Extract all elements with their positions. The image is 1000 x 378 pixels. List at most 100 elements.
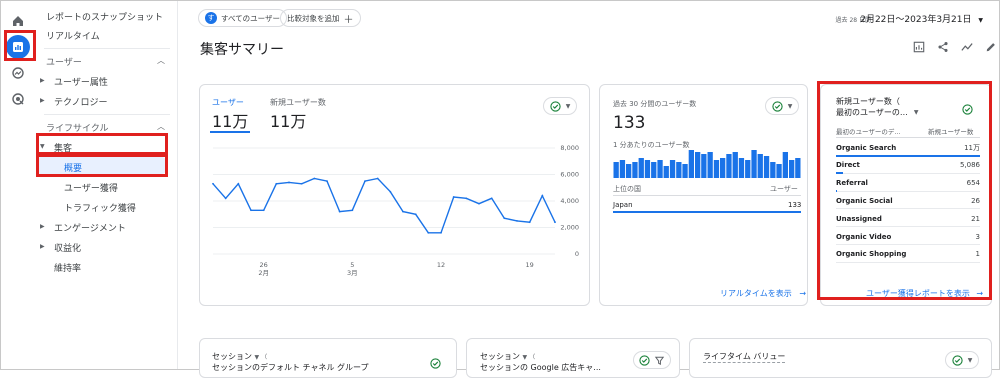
nav-user-attributes[interactable]: ユーザー属性: [54, 75, 108, 88]
minute-bar: [619, 160, 626, 178]
table-divider: [613, 195, 801, 196]
nav-snapshot[interactable]: レポートのスナップショット: [46, 10, 163, 23]
data-point: [351, 209, 354, 212]
advertising-icon[interactable]: [6, 87, 30, 111]
insights-icon[interactable]: [960, 40, 974, 54]
nav-traffic-acquisition[interactable]: トラフィック獲得: [64, 201, 136, 214]
sessions-ads-title[interactable]: セッション ▼ （: [480, 351, 535, 362]
check-circle-icon: [430, 354, 441, 373]
data-point: [326, 180, 328, 183]
x-tick-label: 12: [437, 261, 445, 269]
tab-new-users-value[interactable]: 11万: [270, 108, 306, 132]
minute-bar: [720, 158, 726, 178]
data-point: [376, 177, 379, 180]
share-icon[interactable]: [936, 40, 950, 54]
minute-bar: [789, 160, 795, 178]
all-users-label: すべてのユーザー: [221, 13, 281, 23]
check-circle-icon: [951, 354, 963, 366]
chevron-up-icon[interactable]: ︿: [157, 55, 165, 66]
card1-status-menu[interactable]: ▼: [543, 97, 577, 115]
x-tick-label: 19: [526, 261, 534, 269]
minute-bar: [651, 162, 657, 178]
minute-bar: [638, 158, 644, 178]
all-users-chip[interactable]: す すべてのユーザー: [198, 9, 288, 27]
check-circle-icon: [771, 100, 783, 112]
sessions-channel-title-label: セッション: [212, 352, 252, 361]
top-country-header: 上位の国: [613, 185, 641, 193]
caret-down-icon: ▼: [967, 356, 973, 364]
check-circle-icon: [639, 354, 650, 366]
segment-badge: す: [205, 12, 217, 24]
data-point: [262, 209, 265, 212]
nav-realtime[interactable]: リアルタイム: [46, 29, 100, 42]
edit-icon[interactable]: [984, 40, 998, 54]
nav-section-user[interactable]: ユーザー: [46, 55, 82, 68]
page-title: 集客サマリー: [200, 42, 284, 58]
data-point: [288, 181, 290, 184]
minute-bar: [688, 150, 694, 178]
tab-new-users-label[interactable]: 新規ユーザー数: [270, 97, 326, 108]
sessions-channel-title[interactable]: セッション ▼ （: [212, 351, 267, 362]
tab-users-value[interactable]: 11万: [212, 108, 248, 132]
date-range-text: 2月22日～2023年3月21日: [860, 15, 972, 25]
nav-engagement[interactable]: エンゲージメント: [54, 221, 126, 234]
tab-users-label[interactable]: ユーザー: [212, 97, 244, 108]
chevron-up-icon[interactable]: ︿: [157, 121, 165, 132]
minute-bar: [644, 160, 651, 178]
caret-down-icon: ▼: [565, 102, 571, 110]
date-range-picker[interactable]: 2月22日～2023年3月21日 ▼: [860, 12, 983, 25]
data-point: [402, 210, 404, 213]
data-point: [389, 190, 392, 193]
view-realtime-link[interactable]: リアルタイムを表示 →: [720, 288, 806, 299]
users-series-line: [212, 177, 556, 234]
minute-bar: [657, 160, 663, 178]
triangle-right-icon: ▶: [40, 223, 45, 230]
card2-status-menu[interactable]: ▼: [765, 97, 799, 115]
minute-bar: [751, 150, 757, 178]
card5-status-menu[interactable]: [633, 351, 671, 369]
data-point: [364, 180, 366, 183]
per-minute-label: 1 分あたりのユーザー数: [613, 141, 690, 149]
explore-icon[interactable]: [6, 61, 30, 85]
minute-bar: [745, 160, 751, 178]
minute-bar: [776, 164, 782, 178]
nav-user-acquisition[interactable]: ユーザー獲得: [64, 181, 118, 194]
lifetime-value-title[interactable]: ライフタイム バリュー: [703, 351, 786, 363]
data-point: [338, 210, 341, 213]
minute-bar: [732, 152, 738, 178]
data-point: [478, 202, 480, 205]
minute-bar: [707, 152, 713, 178]
add-comparison-label: 比較対象を追加: [287, 13, 340, 23]
nav-monetization[interactable]: 収益化: [54, 241, 81, 254]
minute-bar: [682, 164, 688, 178]
caret-down-icon: ▼ （: [522, 354, 536, 361]
filter-icon: [654, 356, 665, 365]
data-point: [528, 221, 531, 224]
active-tab-indicator: [210, 131, 250, 133]
minute-bar: [663, 166, 669, 178]
country-share-bar: [613, 211, 801, 213]
data-point: [440, 231, 442, 234]
data-point: [414, 213, 417, 216]
nav-retention[interactable]: 維持率: [54, 261, 81, 274]
data-point: [465, 197, 468, 200]
customize-report-icon[interactable]: [912, 40, 926, 54]
minute-bar: [763, 156, 770, 178]
caret-down-icon: ▼: [787, 102, 793, 110]
data-point: [452, 196, 455, 198]
plus-icon: ＋: [343, 14, 354, 26]
acquisition-highlight-box: [36, 133, 168, 155]
x-month-label: 2月: [258, 269, 269, 277]
add-comparison-button[interactable]: 比較対象を追加 ＋: [280, 9, 361, 27]
nav-technology[interactable]: テクノロジー: [54, 95, 107, 108]
minute-bar: [626, 164, 632, 178]
channel-card-highlight-box: [817, 81, 992, 300]
check-circle-icon: [549, 100, 561, 112]
card6-status-menu[interactable]: ▼: [945, 351, 979, 369]
nav-divider: [44, 114, 170, 115]
minute-bar: [738, 158, 745, 178]
minute-bar: [726, 154, 732, 178]
data-point: [516, 219, 518, 222]
minute-bar: [695, 152, 701, 178]
arrow-right-icon: →: [799, 289, 807, 298]
